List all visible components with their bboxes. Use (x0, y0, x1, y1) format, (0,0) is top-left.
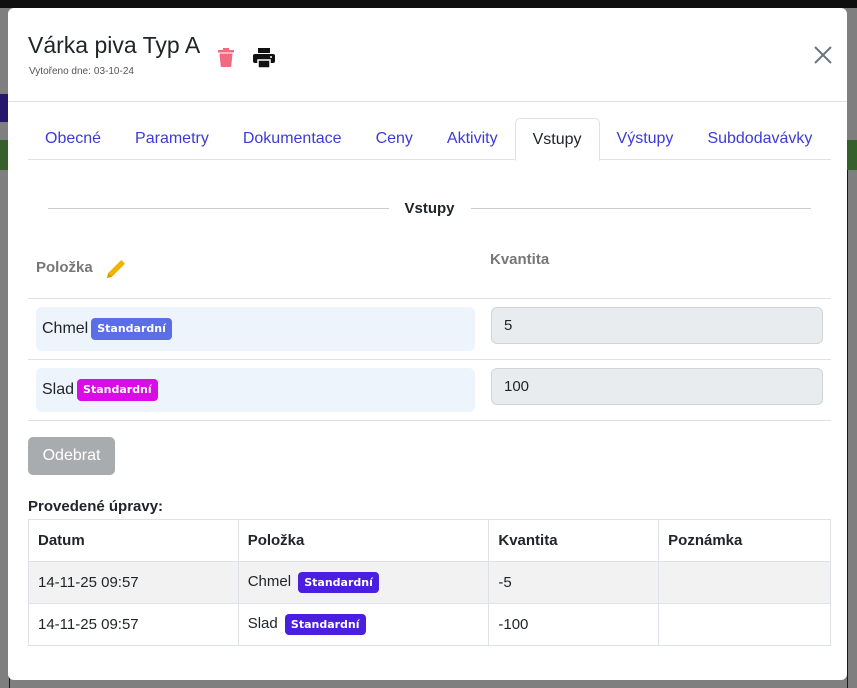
row-divider (28, 298, 831, 299)
table-row: 14-11-25 09:57 Slad Standardní -100 (28, 603, 831, 646)
status-badge: Standardní (298, 571, 379, 594)
cell-item: Chmel Standardní (237, 561, 490, 604)
status-badge: Standardní (284, 613, 366, 636)
pencil-icon[interactable] (104, 257, 128, 281)
status-badge: Standardní (91, 318, 172, 340)
cell-note (658, 603, 831, 646)
header-quantity: Kvantita (488, 519, 660, 562)
cell-quantity: -100 (488, 603, 660, 646)
tab-bar: Obecné Parametry Dokumentace Ceny Aktivi… (28, 118, 831, 161)
created-info: Vytořeno dne: 03-10-24 (29, 66, 134, 77)
tab-general[interactable]: Obecné (28, 118, 118, 160)
tab-inputs[interactable]: Vstupy (514, 118, 600, 161)
status-badge: Standardní (77, 379, 158, 401)
close-icon[interactable] (812, 44, 834, 66)
row-divider (28, 359, 831, 360)
trash-icon[interactable] (218, 48, 234, 67)
cell-quantity: -5 (488, 561, 660, 604)
modal-title: Várka piva Typ A (28, 32, 201, 58)
created-date: 03-10-24 (93, 66, 134, 77)
item-name: Slad (247, 614, 278, 632)
quantity-field[interactable]: 100 (491, 368, 823, 405)
created-label: Vytořeno dne: (29, 66, 91, 77)
item-name: Chmel (42, 320, 89, 337)
header-item: Položka (237, 519, 490, 562)
tab-prices[interactable]: Ceny (359, 118, 430, 160)
input-item-chmel[interactable]: Chmel Standardní (36, 307, 475, 351)
tab-outputs[interactable]: Výstupy (600, 118, 691, 160)
modal-header: Várka piva Typ A Vytořeno dne: 03-10-24 (8, 8, 847, 102)
section-title: Vstupy (404, 199, 455, 217)
input-item-slad[interactable]: Slad Standardní (36, 368, 475, 412)
table-row: 14-11-25 09:57 Chmel Standardní -5 (28, 561, 831, 604)
printer-icon[interactable] (253, 48, 275, 68)
cell-item: Slad Standardní (237, 603, 490, 646)
divider-right (470, 207, 812, 209)
column-item-header: Položka (36, 259, 93, 276)
divider-left (48, 207, 389, 209)
column-quantity-header: Kvantita (490, 251, 550, 268)
cell-note (658, 561, 831, 604)
quantity-field[interactable]: 5 (491, 307, 823, 344)
header-note: Poznámka (658, 519, 831, 562)
tab-parameters[interactable]: Parametry (118, 118, 226, 160)
tab-activities[interactable]: Aktivity (430, 118, 515, 160)
item-name: Chmel (247, 572, 292, 590)
remove-button[interactable]: Odebrat (28, 437, 115, 475)
table-header-row: Datum Položka Kvantita Poznámka (28, 519, 831, 562)
tab-subcontracts[interactable]: Subdodavávky (690, 118, 829, 160)
cell-date: 14-11-25 09:57 (28, 561, 239, 604)
cell-date: 14-11-25 09:57 (28, 603, 239, 646)
item-name: Slad (42, 381, 75, 398)
row-divider (28, 420, 831, 421)
section-heading: Vstupy (48, 198, 812, 218)
history-title: Provedené úpravy: (28, 498, 164, 515)
header-date: Datum (28, 519, 239, 562)
tab-documentation[interactable]: Dokumentace (226, 118, 359, 160)
batch-modal: Várka piva Typ A Vytořeno dne: 03-10-24 O… (8, 8, 847, 680)
history-table: Datum Položka Kvantita Poznámka 14-11-25… (28, 519, 831, 646)
